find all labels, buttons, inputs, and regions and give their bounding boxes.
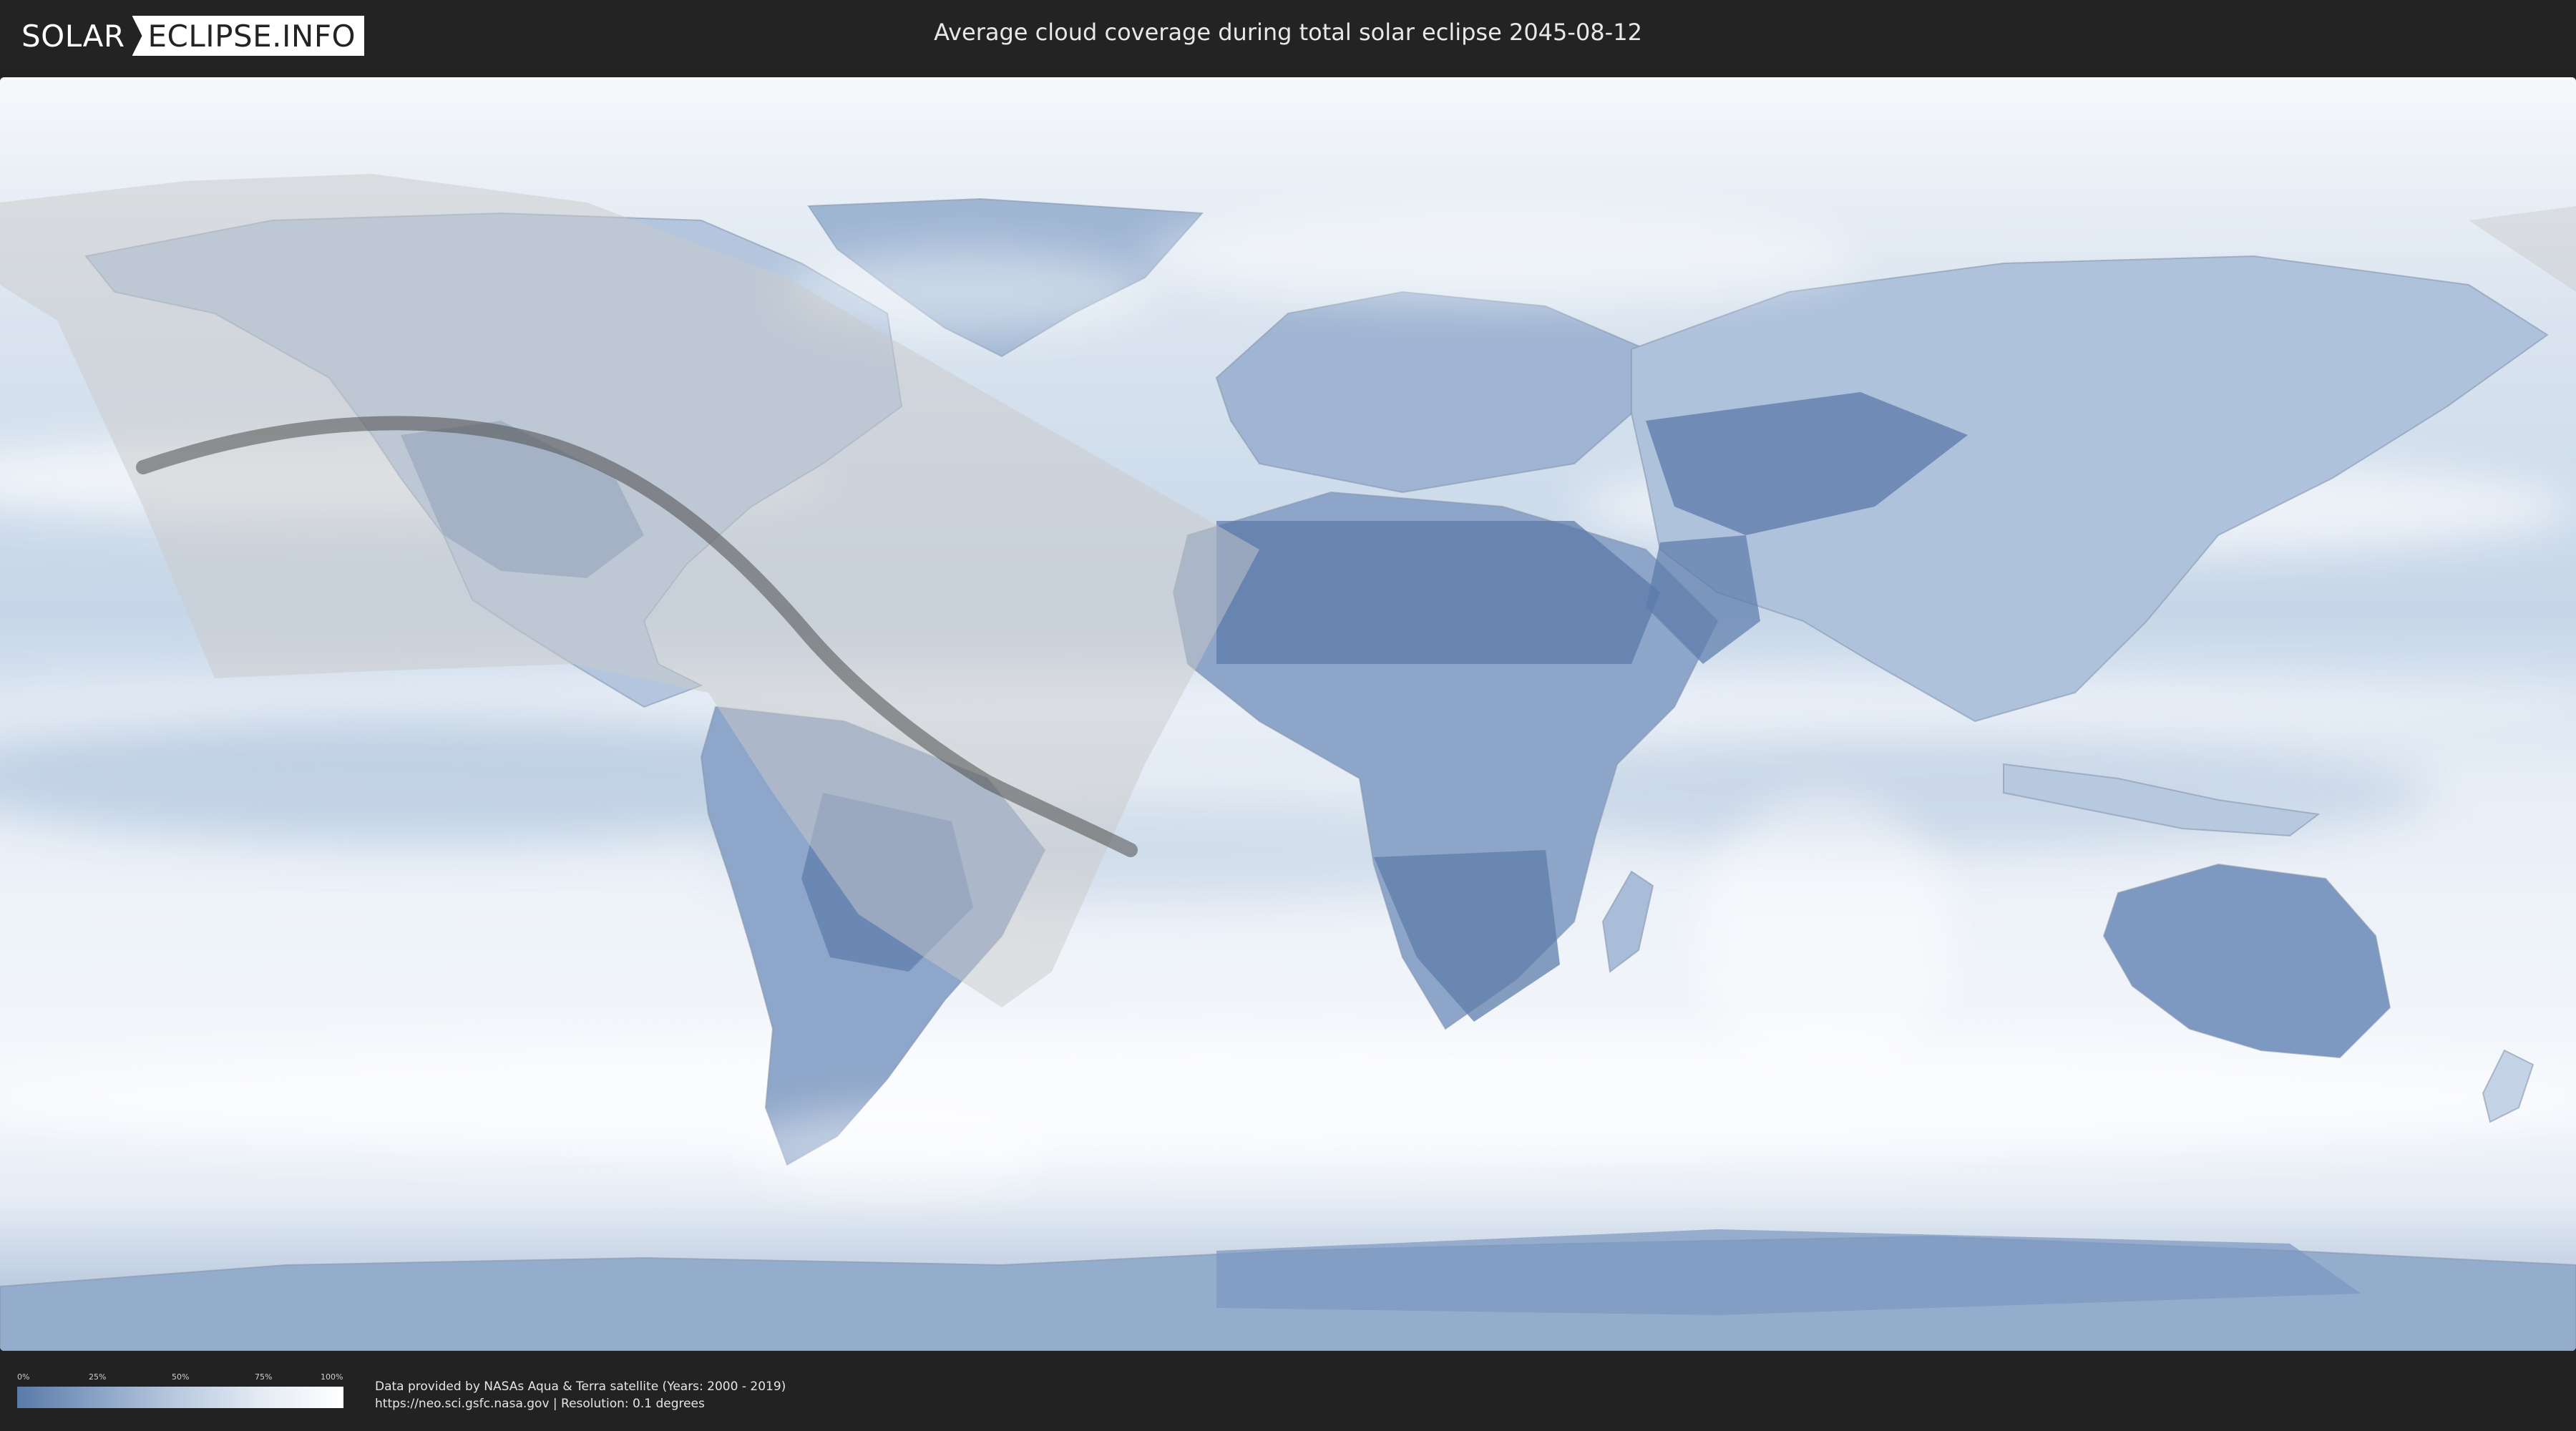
legend-tick: 0% [17,1372,30,1382]
credits-line-2[interactable]: https://neo.sci.gsfc.nasa.gov | Resoluti… [375,1395,786,1412]
map-canvas [0,77,2576,1351]
credits-line-1: Data provided by NASAs Aqua & Terra sate… [375,1379,786,1394]
legend-tick: 25% [89,1372,107,1382]
cloud-coverage-legend: 0% 25% 50% 75% 100% [17,1372,343,1408]
legend-tick: 50% [172,1372,190,1382]
data-credits: Data provided by NASAs Aqua & Terra sate… [375,1378,786,1412]
legend-tick: 75% [255,1372,273,1382]
legend-color-scale [17,1387,343,1408]
header-bar: SOLAR ECLIPSE.INFO Average cloud coverag… [0,0,2576,72]
page-title: Average cloud coverage during total sola… [934,19,1642,46]
legend-tick: 100% [321,1372,343,1382]
cloud-coverage-map[interactable] [0,77,2576,1351]
footer-bar: 0% 25% 50% 75% 100% Data provided by NAS… [0,1357,2576,1431]
legend-ticks: 0% 25% 50% 75% 100% [17,1372,343,1384]
